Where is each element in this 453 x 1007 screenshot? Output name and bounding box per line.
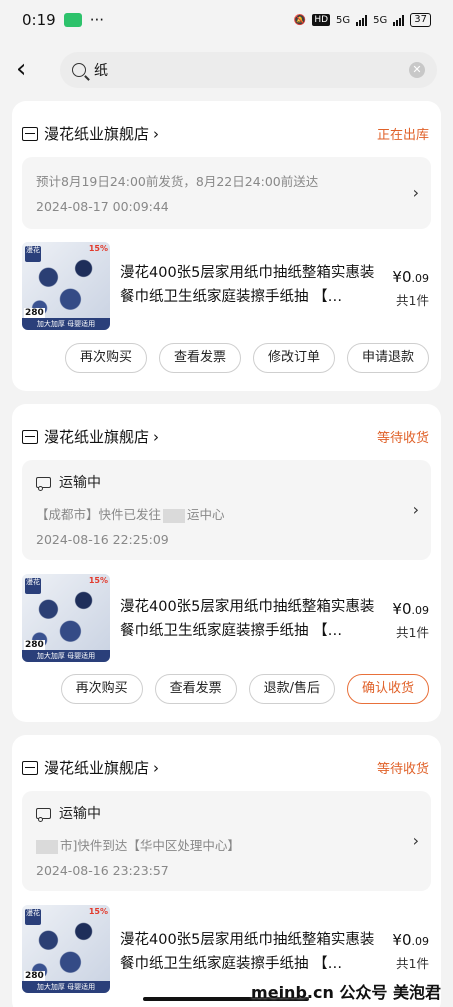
modify-order-button[interactable]: 修改订单 bbox=[252, 343, 335, 373]
order-status: 等待收货 bbox=[376, 762, 429, 777]
product-title[interactable]: 漫花400张5层家用纸巾抽纸整箱实惠装餐巾纸卫生纸家庭装擦手纸抽 【… bbox=[120, 595, 380, 643]
shop-name: 漫花纸业旗舰店 bbox=[44, 759, 150, 777]
logistics-info[interactable]: 运输中 【成都市】快件已发往 运中心 2024-08-16 22:25:09 › bbox=[22, 460, 431, 560]
thumb-sale: 15% bbox=[88, 907, 108, 916]
thumb-brand: 漫花 bbox=[25, 909, 41, 925]
thumb-count: 280 bbox=[24, 971, 45, 981]
logistics-update: 【成都市】快件已发往 运中心 bbox=[36, 504, 225, 523]
thumb-ribbon: 加大加厚 母婴适用 bbox=[22, 318, 110, 330]
product-price: ¥0.09 共1件 bbox=[392, 931, 429, 972]
view-invoice-button[interactable]: 查看发票 bbox=[158, 343, 241, 373]
order-actions: 再次购买 查看发票 退款/售后 确认收货 bbox=[60, 674, 429, 704]
thumb-count: 280 bbox=[24, 640, 45, 650]
delivery-info[interactable]: 预计8月19日24:00前发货，8月22日24:00前送达 2024-08-17… bbox=[22, 157, 431, 229]
logistics-update: 市]快件到达【华中区处理中心】 bbox=[36, 835, 240, 854]
product-thumbnail[interactable]: 漫花 15% 280 加大加厚 母婴适用 bbox=[22, 905, 110, 993]
shop-link[interactable]: 漫花纸业旗舰店 › bbox=[22, 426, 159, 447]
network-label-2: 5G bbox=[373, 14, 388, 26]
back-chevron-icon[interactable]: ‹ bbox=[16, 56, 40, 82]
price-main: ¥0 bbox=[392, 268, 412, 286]
watermark: meinb.cn 公众号 美泡君 bbox=[251, 983, 441, 1002]
status-bar: 0:19 ··· 🔕 HD 5G 5G 37 bbox=[0, 0, 453, 40]
view-invoice-button[interactable]: 查看发票 bbox=[154, 674, 237, 704]
status-more-dots: ··· bbox=[89, 11, 104, 29]
price-decimal: .09 bbox=[411, 935, 430, 948]
mute-icon: 🔕 bbox=[293, 14, 307, 26]
shop-link[interactable]: 漫花纸业旗舰店 › bbox=[22, 757, 159, 778]
product-title[interactable]: 漫花400张5层家用纸巾抽纸整箱实惠装餐巾纸卫生纸家庭装擦手纸抽 【… bbox=[120, 928, 380, 976]
order-card: 漫花纸业旗舰店 › 等待收货 运输中 【成都市】快件已发往 运中心 2024-08… bbox=[12, 404, 441, 722]
search-header: ‹ 纸 ✕ bbox=[0, 48, 453, 92]
transit-label: 运输中 bbox=[59, 806, 101, 822]
logistics-update-text: 市]快件到达【华中区处理中心】 bbox=[60, 838, 240, 853]
clear-search-icon[interactable]: ✕ bbox=[409, 62, 425, 78]
signal-icon bbox=[356, 14, 368, 26]
thumb-ribbon: 加大加厚 母婴适用 bbox=[22, 981, 110, 993]
logistics-timestamp: 2024-08-16 22:25:09 bbox=[36, 532, 169, 547]
shop-name: 漫花纸业旗舰店 bbox=[44, 428, 150, 446]
redacted-block bbox=[163, 508, 186, 523]
wechat-icon bbox=[63, 13, 82, 27]
status-time: 0:19 bbox=[22, 11, 56, 29]
hd-badge: HD bbox=[312, 14, 331, 26]
product-thumbnail[interactable]: 漫花 15% 280 加大加厚 母婴适用 bbox=[22, 242, 110, 330]
chevron-right-icon: › bbox=[412, 500, 419, 519]
buy-again-button[interactable]: 再次购买 bbox=[60, 674, 143, 704]
search-input[interactable]: 纸 ✕ bbox=[60, 52, 437, 88]
product-price: ¥0.09 共1件 bbox=[392, 268, 429, 309]
thumb-count: 280 bbox=[24, 308, 45, 318]
truck-icon bbox=[36, 807, 51, 822]
product-title[interactable]: 漫花400张5层家用纸巾抽纸整箱实惠装餐巾纸卫生纸家庭装擦手纸抽 【… bbox=[120, 261, 380, 309]
product-quantity: 共1件 bbox=[396, 956, 429, 971]
confirm-receipt-button[interactable]: 确认收货 bbox=[346, 674, 429, 704]
truck-icon bbox=[36, 476, 51, 491]
transit-title: 运输中 bbox=[36, 472, 101, 492]
network-label-1: 5G bbox=[336, 14, 351, 26]
shop-name: 漫花纸业旗舰店 bbox=[44, 125, 150, 143]
logistics-timestamp: 2024-08-16 23:23:57 bbox=[36, 863, 169, 878]
thumb-sale: 15% bbox=[88, 576, 108, 585]
order-card: 漫花纸业旗舰店 › 等待收货 运输中 市]快件到达【华中区处理中心】 2024-… bbox=[12, 735, 441, 1007]
after-sales-button[interactable]: 退款/售后 bbox=[248, 674, 335, 704]
store-icon bbox=[22, 760, 38, 775]
order-status: 等待收货 bbox=[376, 431, 429, 446]
search-query: 纸 bbox=[94, 63, 108, 79]
product-thumbnail[interactable]: 漫花 15% 280 加大加厚 母婴适用 bbox=[22, 574, 110, 662]
thumb-sale: 15% bbox=[88, 244, 108, 253]
order-status: 正在出库 bbox=[376, 128, 429, 143]
logistics-update-a: 【成都市】快件已发往 bbox=[36, 507, 162, 522]
buy-again-button[interactable]: 再次购买 bbox=[64, 343, 147, 373]
price-decimal: .09 bbox=[411, 272, 430, 285]
battery-indicator: 37 bbox=[410, 13, 431, 27]
thumb-brand: 漫花 bbox=[25, 578, 41, 594]
transit-title: 运输中 bbox=[36, 803, 101, 823]
signal-icon-2 bbox=[393, 14, 405, 26]
search-icon bbox=[72, 63, 86, 77]
product-quantity: 共1件 bbox=[396, 625, 429, 640]
transit-label: 运输中 bbox=[59, 475, 101, 491]
product-price: ¥0.09 共1件 bbox=[392, 600, 429, 641]
chevron-right-icon: › bbox=[153, 758, 160, 777]
price-decimal: .09 bbox=[411, 604, 430, 617]
logistics-info[interactable]: 运输中 市]快件到达【华中区处理中心】 2024-08-16 23:23:57 … bbox=[22, 791, 431, 891]
price-main: ¥0 bbox=[392, 600, 412, 618]
delivery-estimate: 预计8月19日24:00前发货，8月22日24:00前送达 bbox=[36, 174, 319, 189]
store-icon bbox=[22, 429, 38, 444]
price-main: ¥0 bbox=[392, 931, 412, 949]
product-quantity: 共1件 bbox=[396, 293, 429, 308]
store-icon bbox=[22, 126, 38, 141]
thumb-ribbon: 加大加厚 母婴适用 bbox=[22, 650, 110, 662]
chevron-right-icon: › bbox=[412, 831, 419, 850]
request-refund-button[interactable]: 申请退款 bbox=[346, 343, 429, 373]
chevron-right-icon: › bbox=[153, 124, 160, 143]
redacted-block bbox=[36, 839, 58, 854]
logistics-update-b: 运中心 bbox=[187, 507, 225, 522]
order-actions: 再次购买 查看发票 修改订单 申请退款 bbox=[64, 343, 429, 373]
shop-link[interactable]: 漫花纸业旗舰店 › bbox=[22, 123, 159, 144]
order-timestamp: 2024-08-17 00:09:44 bbox=[36, 199, 169, 214]
order-card: 漫花纸业旗舰店 › 正在出库 预计8月19日24:00前发货，8月22日24:0… bbox=[12, 101, 441, 391]
chevron-right-icon: › bbox=[412, 183, 419, 202]
chevron-right-icon: › bbox=[153, 427, 160, 446]
thumb-brand: 漫花 bbox=[25, 246, 41, 262]
